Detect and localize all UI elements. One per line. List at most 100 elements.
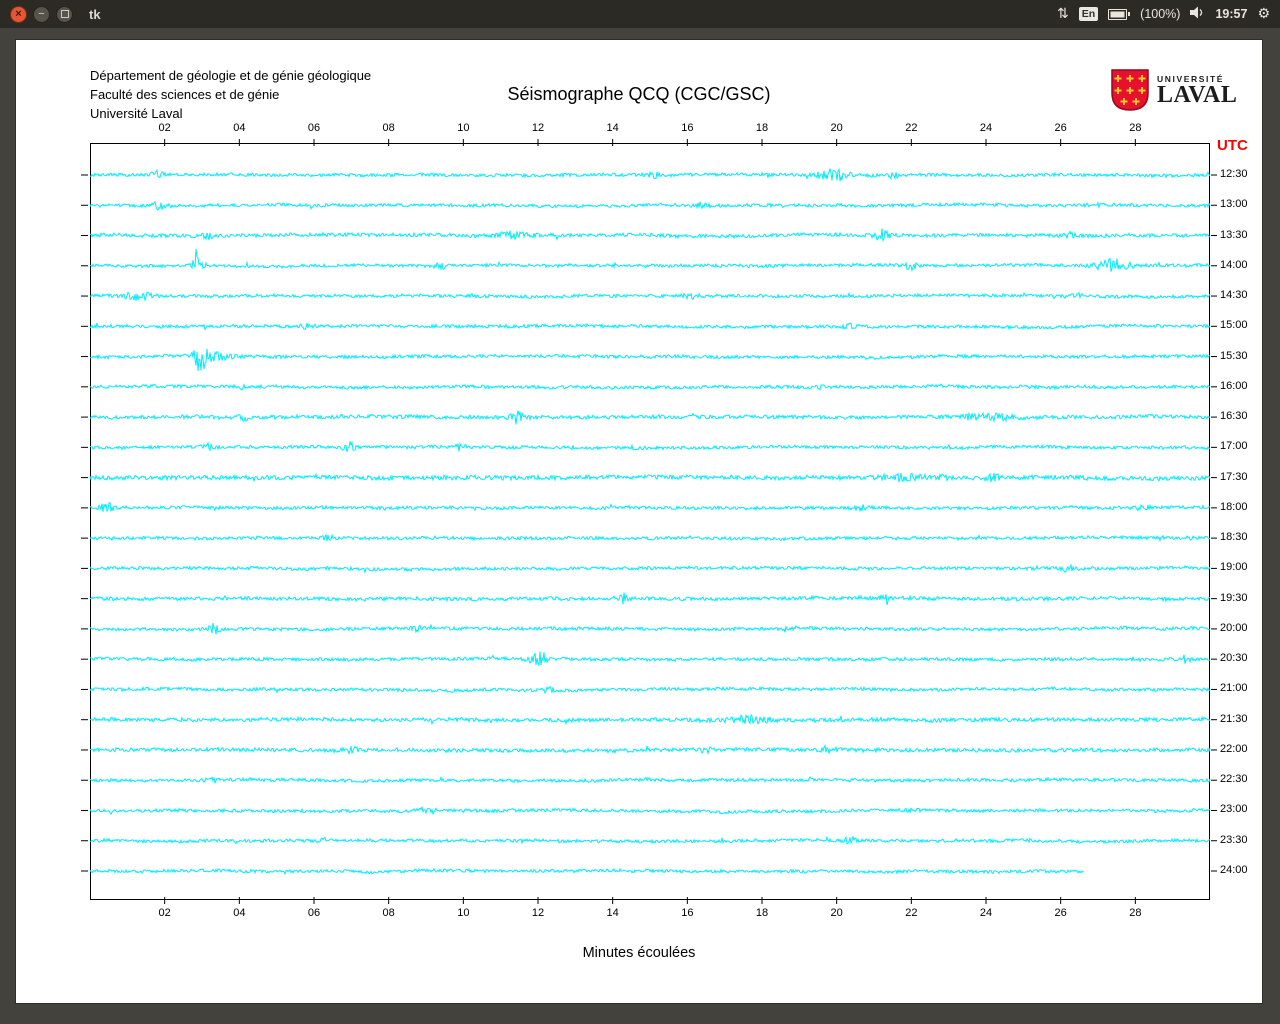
utc-row-label: 17:30 <box>1220 470 1248 483</box>
x-tick-label-bottom: 12 <box>531 907 545 919</box>
logo-laval-text: LAVAL <box>1157 81 1238 108</box>
utc-row-label: 20:30 <box>1220 652 1248 665</box>
utc-row-label: 22:30 <box>1220 773 1248 786</box>
laval-shield-icon <box>1111 69 1149 111</box>
header-line-1: Département de géologie et de génie géol… <box>90 68 372 83</box>
battery-icon[interactable] <box>1108 8 1131 20</box>
utc-row-label: 19:00 <box>1220 561 1248 574</box>
x-tick-label-bottom: 28 <box>1129 907 1142 919</box>
x-tick-label-top: 08 <box>382 122 395 134</box>
header-line-3: Université Laval <box>90 106 183 121</box>
seismogram-trace <box>89 410 1211 425</box>
network-arrows-icon[interactable]: ⇅ <box>1057 7 1069 21</box>
x-tick-label-top: 12 <box>531 122 545 134</box>
utc-row-label: 23:00 <box>1220 803 1248 816</box>
plot-border <box>90 143 1210 900</box>
seismogram-trace <box>89 322 1211 331</box>
x-tick-label-top: 22 <box>905 122 918 134</box>
x-axis-title: Minutes écoulées <box>582 945 696 961</box>
seismograph-plot: 02 02 04 04 06 06 08 08 10 10 12 12 14 14 16 16 18 18 20 20… <box>81 122 1248 919</box>
tk-app-window: Département de géologie et de génie géol… <box>16 40 1262 1003</box>
utc-row-label: 21:30 <box>1220 712 1248 725</box>
window-maximize-button[interactable] <box>56 5 73 23</box>
x-tick-label-top: 24 <box>979 122 993 134</box>
seismogram-trace <box>89 867 1084 876</box>
x-tick-label-bottom: 16 <box>681 907 694 919</box>
x-tick-label-top: 20 <box>830 122 843 134</box>
battery-nub <box>1128 12 1131 16</box>
battery-body <box>1108 8 1128 20</box>
utc-row-label: 22:00 <box>1220 742 1248 755</box>
x-tick-label-bottom: 26 <box>1054 907 1067 919</box>
seismogram-trace <box>89 472 1211 483</box>
seismogram-trace <box>89 200 1211 211</box>
utc-row-label: 15:00 <box>1220 319 1248 332</box>
x-tick-label-bottom: 20 <box>830 907 843 919</box>
system-top-bar: × − tk ⇅ En (100%) 19:57 ⚙ <box>0 0 1280 28</box>
x-tick-label-bottom: 04 <box>233 907 246 919</box>
settings-gear-icon[interactable]: ⚙ <box>1257 7 1270 21</box>
utc-label: UTC <box>1217 137 1248 154</box>
utc-row-label: 16:30 <box>1220 410 1248 423</box>
x-tick-label-bottom: 14 <box>606 907 619 919</box>
x-tick-label-top: 16 <box>681 122 694 134</box>
seismogram-trace <box>89 167 1211 182</box>
clock[interactable]: 19:57 <box>1215 7 1247 21</box>
utc-row-label: 14:30 <box>1220 289 1248 302</box>
utc-row-label: 12:30 <box>1220 168 1248 180</box>
utc-row-label: 13:30 <box>1220 228 1248 241</box>
x-tick-label-top: 02 <box>158 122 171 134</box>
x-tick-label-top: 10 <box>457 122 470 134</box>
utc-row-label: 21:00 <box>1220 682 1248 695</box>
utc-row-label: 20:00 <box>1220 621 1248 634</box>
utc-row-label: 14:00 <box>1220 258 1248 271</box>
seismogram-trace <box>89 248 1211 273</box>
universite-laval-logo: UNIVERSITÉ LAVAL <box>1110 68 1237 112</box>
x-tick-label-bottom: 22 <box>905 907 918 919</box>
utc-row-label: 23:30 <box>1220 833 1248 846</box>
seismogram-trace <box>89 348 1211 372</box>
seismogram-trace <box>89 685 1211 695</box>
utc-row-label: 24:00 <box>1220 864 1248 876</box>
x-tick-label-top: 04 <box>233 122 246 134</box>
seismogram-trace <box>89 622 1211 635</box>
seismogram-trace <box>89 651 1211 666</box>
seismogram-trace <box>89 383 1211 391</box>
seismogram-trace <box>89 805 1211 816</box>
seismogram-trace <box>89 291 1211 303</box>
window-close-button[interactable]: × <box>10 5 27 23</box>
x-tick-label-top: 06 <box>307 122 321 134</box>
x-tick-label-bottom: 18 <box>755 907 769 919</box>
x-tick-label-top: 18 <box>755 122 769 134</box>
maximize-icon <box>60 10 69 18</box>
system-tray: ⇅ En (100%) 19:57 ⚙ <box>1057 6 1270 22</box>
window-title: tk <box>89 6 101 22</box>
utc-row-label: 17:00 <box>1220 440 1248 453</box>
volume-icon[interactable] <box>1190 6 1205 22</box>
seismogram-trace <box>89 592 1211 606</box>
utc-row-label: 18:30 <box>1220 531 1248 544</box>
utc-row-label: 15:30 <box>1220 349 1248 362</box>
page-title: Séismographe QCQ (CGC/GSC) <box>507 84 771 104</box>
window-minimize-button[interactable]: − <box>33 5 50 23</box>
x-tick-label-bottom: 08 <box>382 907 395 919</box>
utc-row-label: 18:00 <box>1220 500 1248 513</box>
seismogram-trace <box>89 775 1211 785</box>
seismogram-trace <box>89 502 1211 513</box>
x-tick-label-bottom: 10 <box>457 907 470 919</box>
x-tick-label-bottom: 24 <box>979 907 993 919</box>
battery-percent: (100%) <box>1140 7 1181 21</box>
x-tick-label-top: 28 <box>1129 122 1142 134</box>
x-tick-label-bottom: 06 <box>307 907 321 919</box>
window-buttons: × − <box>10 5 73 23</box>
seismogram-trace <box>89 228 1211 243</box>
utc-row-label: 16:00 <box>1220 379 1248 392</box>
utc-row-label: 19:30 <box>1220 591 1248 604</box>
x-tick-label-top: 26 <box>1054 122 1067 134</box>
seismogram-trace <box>89 563 1211 575</box>
seismogram-trace <box>89 713 1211 726</box>
seismogram-trace <box>89 743 1211 756</box>
x-tick-label-bottom: 02 <box>158 907 171 919</box>
seismogram-trace <box>89 533 1211 543</box>
keyboard-layout-indicator[interactable]: En <box>1078 6 1099 22</box>
